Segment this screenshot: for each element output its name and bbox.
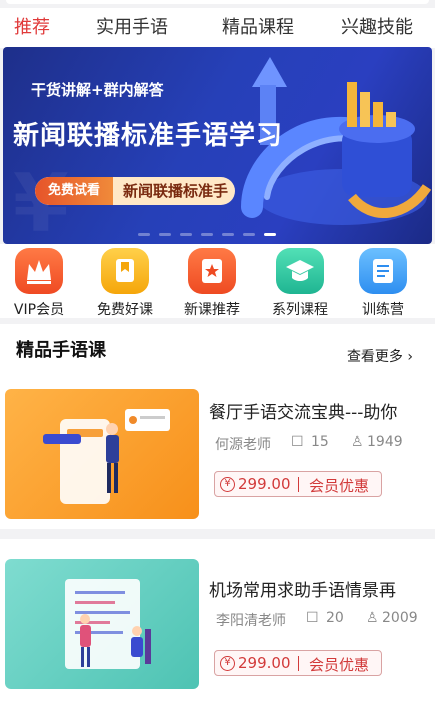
category-tabs: 推荐 实用手语 精品课程 兴趣技能 bbox=[0, 8, 435, 48]
carousel-dot[interactable] bbox=[201, 233, 213, 236]
shortcut-row: VIP会员 免费好课 新课推荐 系列课程 训练营 bbox=[0, 244, 435, 318]
lesson-count-icon: ☐ bbox=[291, 434, 304, 450]
lesson-count-icon: ☐ bbox=[306, 610, 319, 626]
carousel-dot-active[interactable] bbox=[264, 233, 276, 236]
star-badge-icon bbox=[188, 248, 236, 294]
tab-practical-sign[interactable]: 实用手语 bbox=[96, 14, 168, 42]
crown-icon bbox=[15, 248, 63, 294]
graduation-cap-icon bbox=[276, 248, 324, 294]
course-thumbnail bbox=[5, 559, 199, 689]
member-discount: 会员优惠 bbox=[309, 477, 370, 495]
course-price: 299.00 bbox=[238, 654, 291, 672]
banner-subtitle: 干货讲解+群内解答 bbox=[31, 81, 164, 99]
bookmark-icon bbox=[101, 248, 149, 294]
course-card[interactable]: 机场常用求助手语情景再 李阳清老师 ☐ 20 ♙ 2009 ¥ 299.00 会… bbox=[0, 556, 435, 696]
carousel-dot[interactable] bbox=[138, 233, 150, 236]
free-trial-badge: 免费试看 bbox=[35, 177, 113, 205]
carousel-dot[interactable] bbox=[222, 233, 234, 236]
user-icon: ♙ bbox=[351, 434, 364, 450]
course-price: 299.00 bbox=[238, 475, 291, 493]
lesson-count: 15 bbox=[311, 434, 329, 450]
promo-banner[interactable]: ¥ 干货讲解+群内解答 新闻联播标准手语学习 免费试看 新闻联播标准手语 bbox=[3, 47, 432, 244]
shortcut-free-courses[interactable]: 免费好课 bbox=[85, 248, 165, 319]
shortcut-new-courses[interactable]: 新课推荐 bbox=[172, 248, 252, 319]
lesson-count: 20 bbox=[326, 610, 344, 626]
carousel-dot[interactable] bbox=[180, 233, 192, 236]
see-more-link[interactable]: 查看更多 › bbox=[347, 346, 413, 366]
tab-recommend[interactable]: 推荐 bbox=[14, 14, 50, 42]
tab-interest-skills[interactable]: 兴趣技能 bbox=[341, 14, 413, 42]
student-count: 1949 bbox=[367, 434, 403, 450]
student-count: 2009 bbox=[382, 610, 418, 626]
banner-title: 新闻联播标准手语学习 bbox=[13, 121, 284, 151]
shortcut-series-courses[interactable]: 系列课程 bbox=[260, 248, 340, 319]
section-title: 精品手语课 bbox=[16, 340, 106, 361]
banner-pill[interactable]: 免费试看 新闻联播标准手语 bbox=[35, 177, 235, 205]
top-strip bbox=[0, 0, 435, 6]
course-title: 机场常用求助手语情景再 bbox=[209, 581, 396, 601]
divider bbox=[0, 529, 435, 539]
user-icon: ♙ bbox=[366, 610, 379, 626]
tab-premium-courses[interactable]: 精品课程 bbox=[222, 14, 294, 42]
course-card[interactable]: 餐厅手语交流宝典---助你 何源老师 ☐ 15 ♙ 1949 ¥ 299.00 … bbox=[0, 386, 435, 526]
chevron-right-icon: › bbox=[402, 349, 413, 365]
course-title: 餐厅手语交流宝典---助你 bbox=[209, 403, 398, 423]
course-thumbnail bbox=[5, 389, 199, 519]
carousel-dot[interactable] bbox=[159, 233, 171, 236]
price-tag[interactable]: ¥ 299.00 会员优惠 bbox=[214, 650, 382, 676]
carousel-dot[interactable] bbox=[243, 233, 255, 236]
shortcut-bootcamp[interactable]: 训练营 bbox=[343, 248, 423, 319]
price-tag[interactable]: ¥ 299.00 会员优惠 bbox=[214, 471, 382, 497]
document-icon bbox=[359, 248, 407, 294]
teacher-name: 何源老师 bbox=[215, 437, 271, 453]
shortcut-vip[interactable]: VIP会员 bbox=[0, 248, 79, 319]
yen-icon: ¥ bbox=[220, 656, 235, 671]
teacher-name: 李阳清老师 bbox=[216, 613, 286, 629]
premium-course-section: 精品手语课 查看更多 › 餐厅手语交流宝典---助你 何源老师 ☐ 15 ♙ 1… bbox=[0, 324, 435, 711]
banner-pill-text: 新闻联播标准手语 bbox=[123, 182, 229, 200]
member-discount: 会员优惠 bbox=[309, 656, 370, 674]
yen-icon: ¥ bbox=[220, 477, 235, 492]
